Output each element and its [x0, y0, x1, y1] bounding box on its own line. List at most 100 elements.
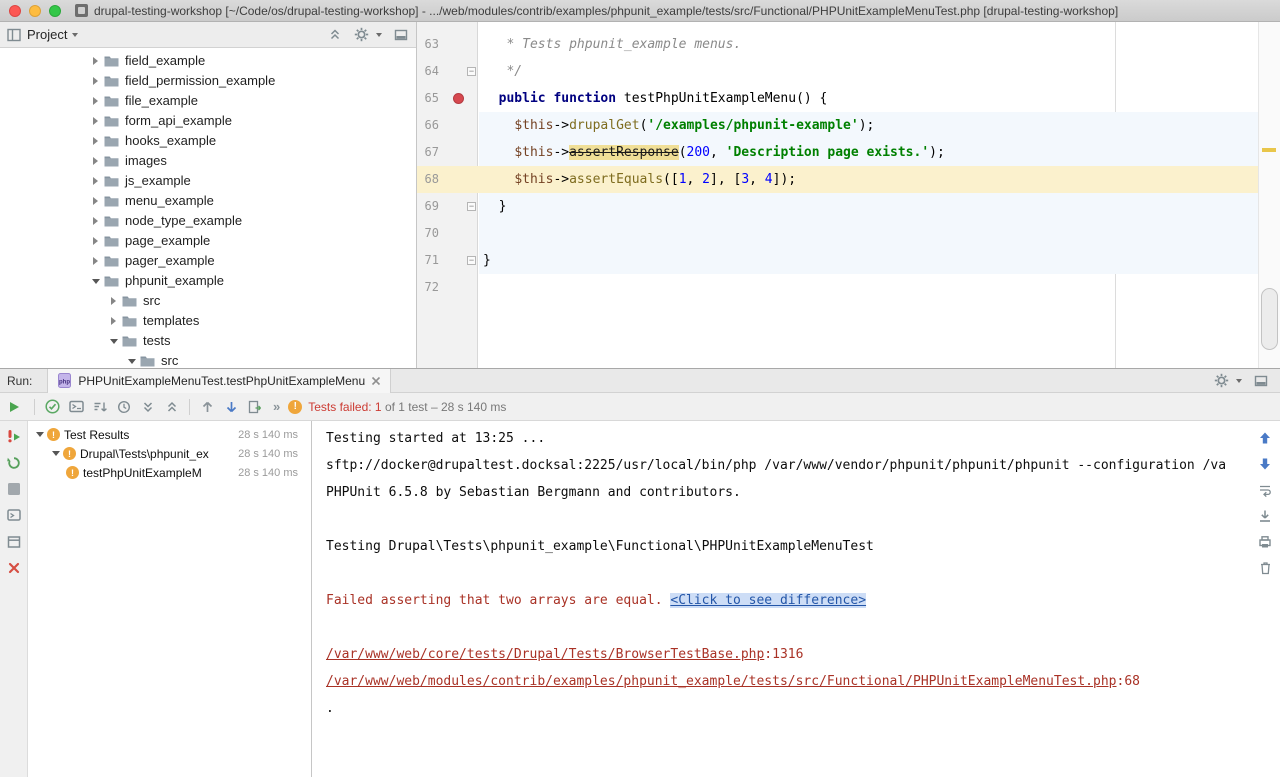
project-panel-title[interactable]: Project: [27, 27, 67, 42]
project-item-menu_example[interactable]: menu_example: [0, 191, 416, 211]
chevron-down-icon[interactable]: [90, 273, 101, 289]
run-console[interactable]: Testing started at 13:25 ...sftp://docke…: [312, 421, 1280, 777]
project-item-src[interactable]: src: [0, 291, 416, 311]
stacktrace-link[interactable]: /var/www/web/core/tests/Drupal/Tests/Bro…: [326, 647, 764, 662]
gutter-cell[interactable]: 63: [417, 31, 479, 58]
rerun-failed-tests-icon[interactable]: [7, 429, 21, 443]
hide-run-panel-icon[interactable]: [1254, 374, 1268, 388]
stop-icon[interactable]: [8, 483, 20, 495]
toggle-auto-test-icon[interactable]: [7, 456, 21, 470]
chevron-right-icon[interactable]: [90, 193, 101, 209]
test-history-icon[interactable]: [243, 396, 267, 418]
chevrons-right-icon[interactable]: »: [273, 399, 280, 414]
zoom-window-button[interactable]: [49, 5, 61, 17]
fold-marker-icon[interactable]: −: [467, 67, 476, 76]
editor-scrollbar-thumb[interactable]: [1261, 288, 1278, 350]
sort-alphabetically-icon[interactable]: [88, 396, 112, 418]
breakpoint-icon[interactable]: [453, 93, 464, 104]
gutter-cell[interactable]: 71−: [417, 247, 479, 274]
show-passed-icon[interactable]: [40, 396, 64, 418]
settings-gear-icon[interactable]: [354, 27, 382, 42]
project-item-page_example[interactable]: page_example: [0, 231, 416, 251]
gutter-cell[interactable]: 68: [417, 166, 479, 193]
collapse-all-icon[interactable]: [328, 28, 342, 42]
chevron-right-icon[interactable]: [90, 233, 101, 249]
stacktrace-link[interactable]: /var/www/web/modules/contrib/examples/ph…: [326, 674, 1117, 689]
project-item-templates[interactable]: templates: [0, 311, 416, 331]
chevron-right-icon[interactable]: [90, 213, 101, 229]
clear-all-icon[interactable]: [1259, 561, 1272, 575]
next-failed-test-icon[interactable]: [219, 396, 243, 418]
chevron-down-icon[interactable]: [34, 427, 45, 443]
close-tab-icon[interactable]: [371, 376, 381, 386]
scroll-to-end-icon[interactable]: [1258, 509, 1272, 523]
code-text[interactable]: */: [479, 58, 1258, 85]
project-item-field_permission_example[interactable]: field_permission_example: [0, 71, 416, 91]
gutter-cell[interactable]: 69−: [417, 193, 479, 220]
soft-wrap-icon[interactable]: [1258, 483, 1272, 497]
test-tree-row[interactable]: !testPhpUnitExampleM28 s 140 ms: [28, 463, 311, 482]
gutter-cell[interactable]: 72: [417, 274, 479, 301]
previous-failed-test-icon[interactable]: [195, 396, 219, 418]
minimize-window-button[interactable]: [29, 5, 41, 17]
gutter-cell[interactable]: 70: [417, 220, 479, 247]
chevron-down-icon[interactable]: [126, 353, 137, 368]
fold-marker-icon[interactable]: −: [467, 202, 476, 211]
chevron-right-icon[interactable]: [108, 293, 119, 309]
project-item-src[interactable]: src: [0, 351, 416, 368]
collapse-all-icon[interactable]: [160, 396, 184, 418]
gutter-cell[interactable]: 65: [417, 85, 479, 112]
run-settings-gear-icon[interactable]: [1214, 373, 1242, 388]
chevron-down-icon[interactable]: [108, 333, 119, 349]
chevron-right-icon[interactable]: [90, 73, 101, 89]
chevron-right-icon[interactable]: [90, 53, 101, 69]
project-item-node_type_example[interactable]: node_type_example: [0, 211, 416, 231]
code-text[interactable]: * Tests phpunit_example menus.: [479, 31, 1258, 58]
dump-threads-icon[interactable]: [7, 508, 21, 522]
close-run-panel-icon[interactable]: [8, 562, 20, 574]
gutter-cell[interactable]: 64−: [417, 58, 479, 85]
project-item-images[interactable]: images: [0, 151, 416, 171]
sort-by-duration-icon[interactable]: [112, 396, 136, 418]
code-text[interactable]: [479, 274, 1258, 301]
chevron-right-icon[interactable]: [90, 153, 101, 169]
chevron-right-icon[interactable]: [90, 113, 101, 129]
close-window-button[interactable]: [9, 5, 21, 17]
project-item-field_example[interactable]: field_example: [0, 51, 416, 71]
code-text[interactable]: public function testPhpUnitExampleMenu()…: [479, 85, 1258, 112]
print-icon[interactable]: [1258, 535, 1272, 549]
project-item-form_api_example[interactable]: form_api_example: [0, 111, 416, 131]
editor-error-stripe[interactable]: [1258, 22, 1280, 368]
project-item-js_example[interactable]: js_example: [0, 171, 416, 191]
project-item-pager_example[interactable]: pager_example: [0, 251, 416, 271]
code-text[interactable]: }: [479, 247, 1258, 274]
chevron-right-icon[interactable]: [108, 313, 119, 329]
project-item-phpunit_example[interactable]: phpunit_example: [0, 271, 416, 291]
show-ignored-icon[interactable]: [64, 396, 88, 418]
editor[interactable]: 63 * Tests phpunit_example menus.64− */6…: [417, 22, 1280, 368]
chevron-right-icon[interactable]: [90, 133, 101, 149]
test-tree-row[interactable]: !Drupal\Tests\phpunit_ex28 s 140 ms: [28, 444, 311, 463]
code-text[interactable]: $this->drupalGet('/examples/phpunit-exam…: [479, 112, 1258, 139]
chevron-down-icon[interactable]: [50, 446, 61, 462]
up-stack-trace-icon[interactable]: [1258, 431, 1272, 445]
restore-layout-icon[interactable]: [7, 535, 21, 549]
code-text[interactable]: [479, 220, 1258, 247]
chevron-down-icon[interactable]: [72, 33, 78, 37]
test-tree-row[interactable]: !Test Results28 s 140 ms: [28, 425, 311, 444]
diff-link[interactable]: <Click to see difference>: [670, 593, 866, 608]
project-item-file_example[interactable]: file_example: [0, 91, 416, 111]
fold-marker-icon[interactable]: −: [467, 256, 476, 265]
chevron-right-icon[interactable]: [90, 173, 101, 189]
code-text[interactable]: $this->assertEquals([1, 2], [3, 4]);: [479, 166, 1258, 193]
project-item-tests[interactable]: tests: [0, 331, 416, 351]
run-tab[interactable]: php PHPUnitExampleMenuTest.testPhpUnitEx…: [47, 369, 391, 393]
warning-stripe-mark[interactable]: [1262, 148, 1276, 152]
chevron-right-icon[interactable]: [90, 253, 101, 269]
chevron-right-icon[interactable]: [90, 93, 101, 109]
gutter-cell[interactable]: 67: [417, 139, 479, 166]
project-item-hooks_example[interactable]: hooks_example: [0, 131, 416, 151]
code-text[interactable]: $this->assertResponse(200, 'Description …: [479, 139, 1258, 166]
code-text[interactable]: }: [479, 193, 1258, 220]
gutter-cell[interactable]: 66: [417, 112, 479, 139]
